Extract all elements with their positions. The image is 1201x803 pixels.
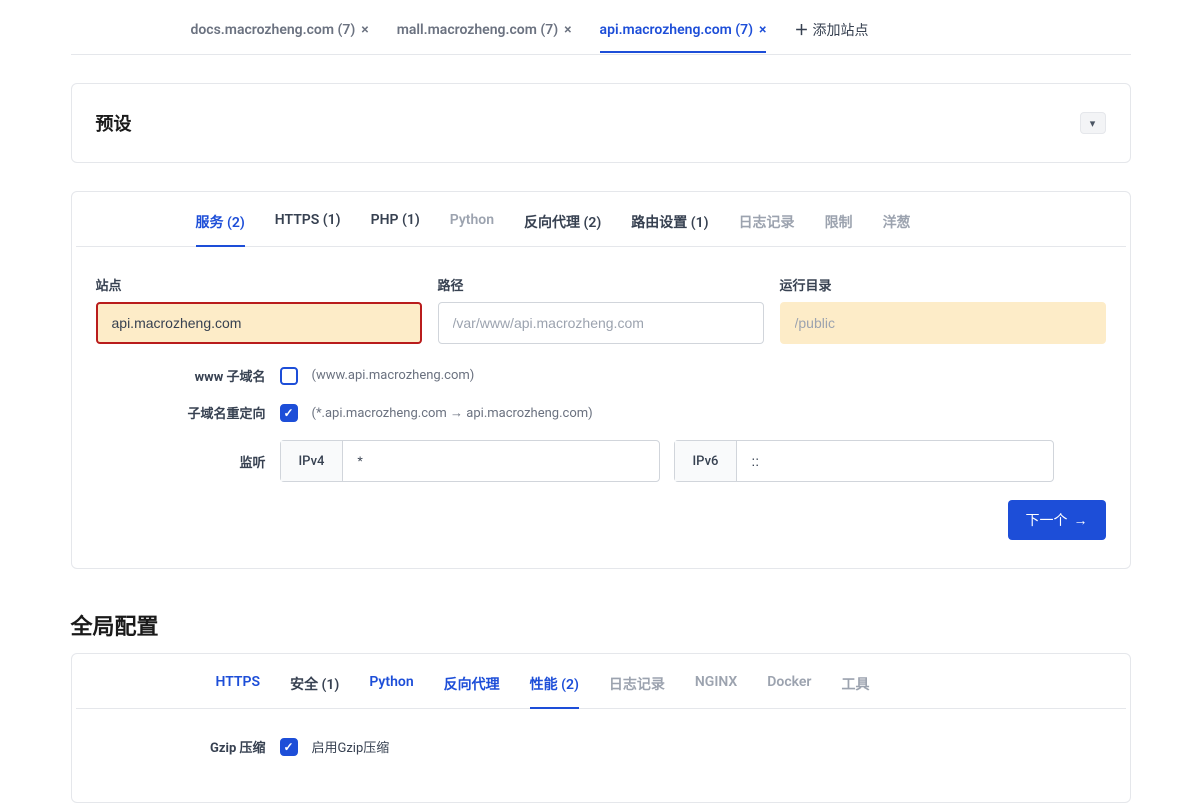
tab-label: api.macrozheng.com (7)	[600, 22, 753, 38]
www-hint: (www.api.macrozheng.com)	[312, 368, 475, 383]
gtab-security[interactable]: 安全 (1)	[290, 674, 339, 708]
ipv4-label: IPv4	[281, 441, 344, 481]
gtab-reverse-proxy[interactable]: 反向代理	[444, 674, 500, 708]
collapse-button[interactable]: ▾	[1080, 112, 1106, 134]
gtab-performance[interactable]: 性能 (2)	[530, 674, 579, 708]
close-icon[interactable]: ×	[759, 22, 766, 38]
rundir-label: 运行目录	[780, 275, 1106, 294]
tab-python[interactable]: Python	[450, 212, 494, 246]
ipv6-label: IPv6	[675, 441, 738, 481]
tab-onion[interactable]: 洋葱	[883, 212, 911, 246]
tab-site-0[interactable]: docs.macrozheng.com (7) ×	[191, 14, 369, 52]
tab-https[interactable]: HTTPS (1)	[275, 212, 341, 246]
tab-label: docs.macrozheng.com (7)	[191, 22, 356, 38]
global-card: HTTPS 安全 (1) Python 反向代理 性能 (2) 日志记录 NGI…	[71, 653, 1131, 803]
tab-php[interactable]: PHP (1)	[371, 212, 420, 246]
gtab-https[interactable]: HTTPS	[216, 674, 261, 708]
redirect-checkbox[interactable]	[280, 404, 298, 422]
config-tabs: 服务 (2) HTTPS (1) PHP (1) Python 反向代理 (2)…	[76, 192, 1126, 247]
gtab-python[interactable]: Python	[369, 674, 413, 708]
close-icon[interactable]: ×	[361, 22, 368, 38]
tab-site-2[interactable]: api.macrozheng.com (7) ×	[600, 14, 767, 52]
next-button[interactable]: 下一个 →	[1008, 500, 1106, 540]
www-checkbox[interactable]	[280, 367, 298, 385]
chevron-down-icon: ▾	[1090, 117, 1096, 130]
rundir-input[interactable]	[780, 302, 1106, 344]
add-site-button[interactable]: ＋ 添加站点	[794, 12, 868, 54]
site-tabs: docs.macrozheng.com (7) × mall.macrozhen…	[71, 0, 1131, 55]
redirect-label: 子域名重定向	[96, 403, 266, 422]
ipv6-input[interactable]	[737, 441, 1052, 481]
global-tabs: HTTPS 安全 (1) Python 反向代理 性能 (2) 日志记录 NGI…	[76, 654, 1126, 709]
ipv4-group: IPv4	[280, 440, 660, 482]
gzip-hint: 启用Gzip压缩	[312, 737, 390, 756]
tab-site-1[interactable]: mall.macrozheng.com (7) ×	[397, 14, 572, 52]
www-label: www 子域名	[96, 366, 266, 385]
gzip-checkbox[interactable]	[280, 738, 298, 756]
preset-card: 预设 ▾	[71, 83, 1131, 163]
close-icon[interactable]: ×	[564, 22, 571, 38]
tab-label: mall.macrozheng.com (7)	[397, 22, 558, 38]
ipv4-input[interactable]	[343, 441, 658, 481]
preset-title: 预设	[96, 110, 132, 136]
gtab-nginx[interactable]: NGINX	[695, 674, 737, 708]
gtab-docker[interactable]: Docker	[767, 674, 811, 708]
tab-logging[interactable]: 日志记录	[739, 212, 795, 246]
tab-reverse-proxy[interactable]: 反向代理 (2)	[524, 212, 601, 246]
config-card: 服务 (2) HTTPS (1) PHP (1) Python 反向代理 (2)…	[71, 191, 1131, 569]
site-input[interactable]	[96, 302, 422, 344]
field-rundir: 运行目录	[780, 275, 1106, 344]
arrow-right-icon: →	[1074, 512, 1088, 528]
plus-icon: ＋	[794, 20, 808, 40]
site-label: 站点	[96, 275, 422, 294]
tab-routing[interactable]: 路由设置 (1)	[631, 212, 708, 246]
gtab-logging[interactable]: 日志记录	[609, 674, 665, 708]
path-input[interactable]	[438, 302, 764, 344]
redirect-hint: (*.api.macrozheng.com → api.macrozheng.c…	[312, 405, 593, 421]
global-title: 全局配置	[71, 609, 1131, 641]
field-site: 站点	[96, 275, 422, 344]
add-site-label: 添加站点	[812, 20, 868, 40]
next-label: 下一个	[1026, 510, 1068, 530]
tab-service[interactable]: 服务 (2)	[196, 212, 245, 246]
gzip-label: Gzip 压缩	[96, 737, 266, 756]
tab-limit[interactable]: 限制	[825, 212, 853, 246]
gtab-tools[interactable]: 工具	[841, 674, 869, 708]
field-path: 路径	[438, 275, 764, 344]
listen-label: 监听	[96, 452, 266, 471]
ipv6-group: IPv6	[674, 440, 1054, 482]
path-label: 路径	[438, 275, 764, 294]
